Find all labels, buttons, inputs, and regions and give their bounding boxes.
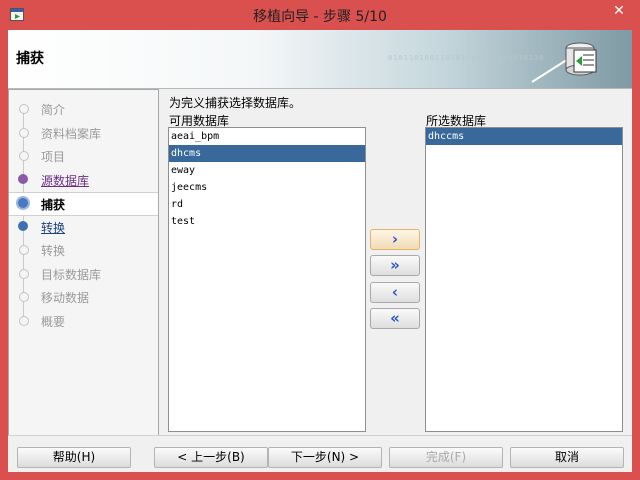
move-all-left-button[interactable]: « <box>370 308 420 329</box>
wizard-step-label: 源数据库 <box>41 173 90 188</box>
step-marker-icon <box>18 220 28 231</box>
step-marker-icon <box>18 198 28 208</box>
available-database-item[interactable]: jeecms <box>169 179 365 196</box>
available-database-item[interactable]: eway <box>169 162 365 179</box>
wizard-step-label: 资料档案库 <box>41 126 102 141</box>
available-database-item[interactable]: test <box>169 213 365 230</box>
step-marker-icon <box>19 268 29 279</box>
selected-database-item[interactable]: dhccms <box>426 128 622 145</box>
window-title: 移植向导 - 步骤 5/10 <box>253 9 387 25</box>
step-marker-icon <box>19 245 29 255</box>
step-banner: 捕获 010110100110101101001011010110 <box>8 30 632 89</box>
back-button[interactable]: < 上一步(B) <box>154 447 268 468</box>
wizard-step-item: 资料档案库 <box>9 122 158 144</box>
step-title: 捕获 <box>16 51 44 67</box>
next-button[interactable]: 下一步(N) > <box>268 447 382 468</box>
available-database-item[interactable]: dhcms <box>169 145 365 162</box>
wizard-step-label: 概要 <box>41 314 66 329</box>
wizard-step-label: 简介 <box>41 103 66 117</box>
wizard-steps-panel: 简介 资料档案库 项目 源数据库 捕获 转换 转换 目标数据库 移动数据 概要 <box>8 89 159 436</box>
wizard-step-item: 简介 <box>9 98 158 120</box>
wizard-step-label: 目标数据库 <box>41 267 102 282</box>
migration-wizard-window: 移植向导 - 步骤 5/10 ✕ 捕获 01011010011010110100… <box>0 0 640 480</box>
wizard-step-label: 转换 <box>41 244 66 258</box>
banner-binary-decoration: 010110100110101101001011010110 <box>388 54 545 62</box>
move-right-button[interactable]: › <box>370 229 420 250</box>
wizard-step-label: 转换 <box>41 220 66 235</box>
wizard-body: 捕获 010110100110101101001011010110 简介资料档案… <box>8 30 632 472</box>
available-database-item[interactable]: rd <box>169 196 365 213</box>
instruction-text: 为完义捕获选择数据库。 <box>169 96 302 110</box>
available-databases-list[interactable]: aeai_bpm dhcms eway jeecms rd test <box>168 127 366 432</box>
wizard-step-item: 移动数据 <box>9 286 158 308</box>
wizard-step-label: 项目 <box>41 150 66 164</box>
wizard-step-item: 目标数据库 <box>9 263 158 285</box>
wizard-step-item[interactable]: 捕获 <box>9 192 158 216</box>
step-marker-icon <box>19 104 29 114</box>
step-marker-icon <box>19 315 29 326</box>
step-marker-icon <box>19 292 29 302</box>
database-migration-icon <box>531 42 597 83</box>
move-all-right-button[interactable]: » <box>370 255 420 276</box>
title-bar[interactable]: 移植向导 - 步骤 5/10 ✕ <box>0 0 640 30</box>
step-marker-icon <box>19 151 29 161</box>
wizard-step-item: 转换 <box>9 239 158 261</box>
wizard-step-item: 概要 <box>9 310 158 332</box>
step-marker-icon <box>18 173 28 184</box>
available-database-item[interactable]: aeai_bpm <box>169 128 365 145</box>
wizard-step-item[interactable]: 源数据库 <box>9 169 158 191</box>
finish-button[interactable]: 完成(F) <box>389 447 503 468</box>
footer-divider <box>8 435 632 436</box>
help-button[interactable]: 帮助(H) <box>17 447 131 468</box>
step-marker-icon <box>19 127 29 138</box>
move-left-button[interactable]: ‹ <box>370 282 420 303</box>
cancel-button[interactable]: 取消 <box>510 447 624 468</box>
close-button[interactable]: ✕ <box>604 0 634 22</box>
wizard-step-item: 项目 <box>9 145 158 167</box>
wizard-step-label: 捕获 <box>41 198 66 212</box>
selected-databases-list[interactable]: dhccms <box>425 127 623 432</box>
wizard-step-label: 移动数据 <box>41 291 90 305</box>
wizard-step-item[interactable]: 转换 <box>9 216 158 238</box>
